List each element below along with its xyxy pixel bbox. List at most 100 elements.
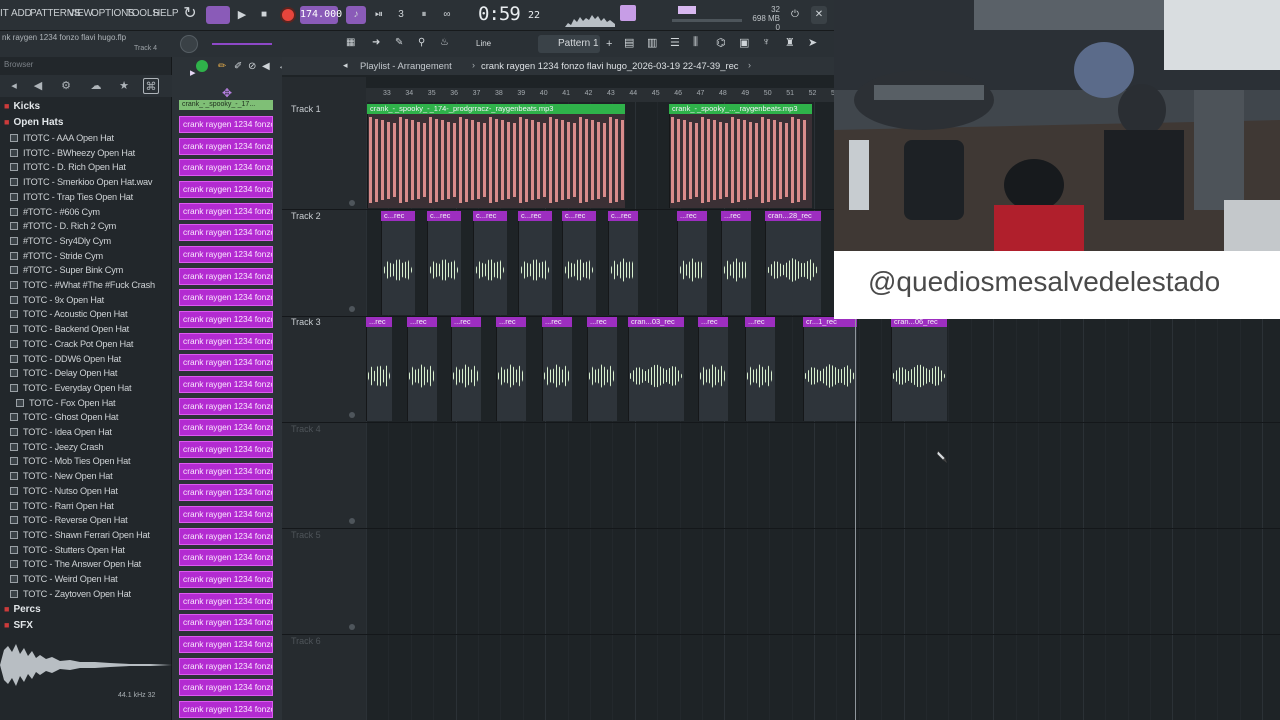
browser-file-item[interactable]: TOTC - Jeezy Crash [10,442,104,456]
stop-icon[interactable]: ■ [258,6,270,24]
clip-source-button[interactable]: crank raygen 1234 fonzo... [179,116,273,133]
clip-source-button[interactable]: crank raygen 1234 fonzo... [179,310,273,328]
track-name-5[interactable]: Track 5 [291,530,321,540]
track-3-mute-dot[interactable] [349,412,355,418]
menu-help[interactable]: HELP [153,8,179,19]
search-icon[interactable]: ⚙ [58,78,74,94]
audio-clip-title[interactable]: ...rec [542,317,572,327]
close-icon[interactable]: ✕ [811,6,827,24]
browser-file-item[interactable]: TOTC - Idea Open Hat [10,427,112,441]
clip-source-button[interactable]: crank raygen 1234 fonzo... [179,484,273,502]
browser-file-item[interactable]: TOTC - Everyday Open Hat [10,383,132,397]
magnet-icon[interactable] [196,60,208,72]
clip-source-button[interactable]: crank raygen 1234 fonzo... [179,635,273,653]
audio-clip-title[interactable]: c...rec [562,211,596,221]
browser-file-item[interactable]: TOTC - DDW6 Open Hat [10,354,121,368]
browser-folder-kicks[interactable]: ■ Kicks [0,101,170,116]
star-icon[interactable]: ★ [116,78,132,94]
audio-clip-title[interactable]: cran...28_rec [765,211,821,221]
track-name-4[interactable]: Track 4 [291,424,321,434]
master-pitch-slider[interactable] [672,19,742,22]
browser-file-item[interactable]: TOTC - Rarri Open Hat [10,501,114,515]
tempo-display[interactable]: 174.000 [300,6,342,24]
browser-file-item[interactable]: TOTC - Mob Ties Open Hat [10,456,131,470]
clip-source-button[interactable]: crank raygen 1234 fonzo... [179,375,273,393]
link-icon[interactable]: ⚲ [418,37,432,51]
pattern-picker-icon[interactable]: ▦ [346,37,364,51]
add-pattern-icon[interactable]: + [606,38,612,50]
tuner-icon[interactable]: ♜ [785,36,795,49]
pattern-selector[interactable]: Pattern 1 [538,35,600,53]
clip-source-button[interactable]: crank raygen 1234 fonzo... [179,700,273,718]
tool-left-arrow-icon[interactable]: ▸ [190,66,196,79]
delete-icon[interactable]: ⊘ [248,61,256,72]
song-mode-toggle[interactable] [206,6,230,24]
clip-source-button[interactable]: crank raygen 1234 fonzo... [179,397,273,415]
audio-clip-title[interactable]: crank_-_spooky_..._raygenbeats.mp3 [669,104,812,114]
cloud-icon[interactable]: ☁ [88,78,104,94]
track-4-mute-dot[interactable] [349,518,355,524]
audio-clip-title[interactable]: ...rec [745,317,775,327]
browser-folder-sfx[interactable]: ■ SFX [0,620,170,628]
browser-file-item[interactable]: #TOTC - #606 Cym [10,207,100,221]
arrow-left-icon[interactable]: ◀ [30,78,46,94]
audio-clip-title[interactable]: c...rec [608,211,638,221]
move-icon[interactable]: ✥ [222,86,232,100]
loop-record-icon[interactable]: ∞ [438,6,456,24]
audio-clip-title[interactable]: ...rec [496,317,526,327]
step-edit-icon[interactable]: ⏸ [415,6,433,24]
clip-source-button[interactable]: crank raygen 1234 fonzo... [179,462,273,480]
browser-toggle-icon[interactable]: ⌬ [716,36,726,49]
clip-source-button[interactable]: crank raygen 1234 fonzo... [179,505,273,523]
track-name-6[interactable]: Track 6 [291,636,321,646]
browser-file-item[interactable]: TOTC - Crack Pot Open Hat [10,339,133,353]
clip-source-button[interactable]: crank raygen 1234 fonzo... [179,614,273,632]
clip-source-button[interactable]: crank raygen 1234 fonzo... [179,289,273,307]
track-2-mute-dot[interactable] [349,306,355,312]
audio-clip-title[interactable]: c...rec [427,211,461,221]
audio-clip-title[interactable]: ...rec [698,317,728,327]
clip-button-first[interactable]: crank_-_spooky_-_17... [179,100,273,110]
audio-clip-title[interactable]: c...rec [473,211,507,221]
snap-selector[interactable]: Line [462,36,522,52]
draw-tool-icon[interactable]: ✎ [395,37,409,51]
main-pitch-slider[interactable] [212,43,272,45]
clip-source-button[interactable]: crank raygen 1234 fonzo... [179,592,273,610]
menu-view[interactable]: VIEW [68,8,93,19]
clip-source-button[interactable]: crank raygen 1234 fonzo... [179,137,273,155]
clip-source-button[interactable]: crank raygen 1234 fonzo... [179,332,273,350]
audio-clip-title[interactable]: c...rec [518,211,552,221]
browser-file-item[interactable]: TOTC - Shawn Ferrari Open Hat [10,530,150,544]
breadcrumb-arrow-icon[interactable]: › [748,60,751,70]
track-name-3[interactable]: Track 3 [291,317,321,327]
browser-file-item[interactable]: TOTC - #What #The #Fuck Crash [10,280,155,294]
undo-history-icon[interactable]: ↻ [179,6,201,24]
browser-file-item[interactable]: TOTC - Reverse Open Hat [10,515,128,529]
browser-file-item[interactable]: TOTC - The Answer Open Hat [10,559,141,573]
clip-source-button[interactable]: crank raygen 1234 fonzo... [179,159,273,177]
piano-roll-icon[interactable]: ▥ [647,36,657,49]
audio-clip-title[interactable]: ...rec [407,317,437,327]
countdown-icon[interactable]: 3 [392,6,410,24]
browser-file-item[interactable]: ITOTC - Smerkioo Open Hat.wav [10,177,153,191]
main-volume-knob[interactable] [180,35,198,53]
power-icon[interactable]: ⏻ [787,6,803,24]
brush-icon[interactable]: ✐ [234,61,242,72]
audio-clip-title[interactable]: ...rec [451,317,481,327]
timeline-ruler[interactable]: 33 34 35 36 37 38 39 40 41 42 43 44 45 46 47 48 49 50 51 52… [366,88,839,102]
plugin-icon[interactable]: ♆ [762,36,770,48]
browser-file-item[interactable]: TOTC - Zaytoven Open Hat [10,589,131,603]
clip-source-button[interactable]: crank raygen 1234 fonzo... [179,570,273,588]
audio-clip-title[interactable]: cran...03_rec [628,317,684,327]
browser-file-item[interactable]: TOTC - Stutters Open Hat [10,545,125,559]
plugin-picker-icon[interactable]: ▣ [739,36,749,49]
clip-source-button[interactable]: crank raygen 1234 fonzo... [179,180,273,198]
clip-source-button[interactable]: crank raygen 1234 fonzo... [179,549,273,567]
clip-source-button[interactable]: crank raygen 1234 fonzo... [179,657,273,675]
track-5-mute-dot[interactable] [349,624,355,630]
browser-file-item[interactable]: TOTC - New Open Hat [10,471,113,485]
channel-rack-icon[interactable]: ☰ [670,36,680,49]
audio-clip-title[interactable]: ...rec [677,211,707,221]
browser-file-item[interactable]: ITOTC - Trap Ties Open Hat [10,192,133,206]
browser-file-item[interactable]: TOTC - Weird Open Hat [10,574,118,588]
